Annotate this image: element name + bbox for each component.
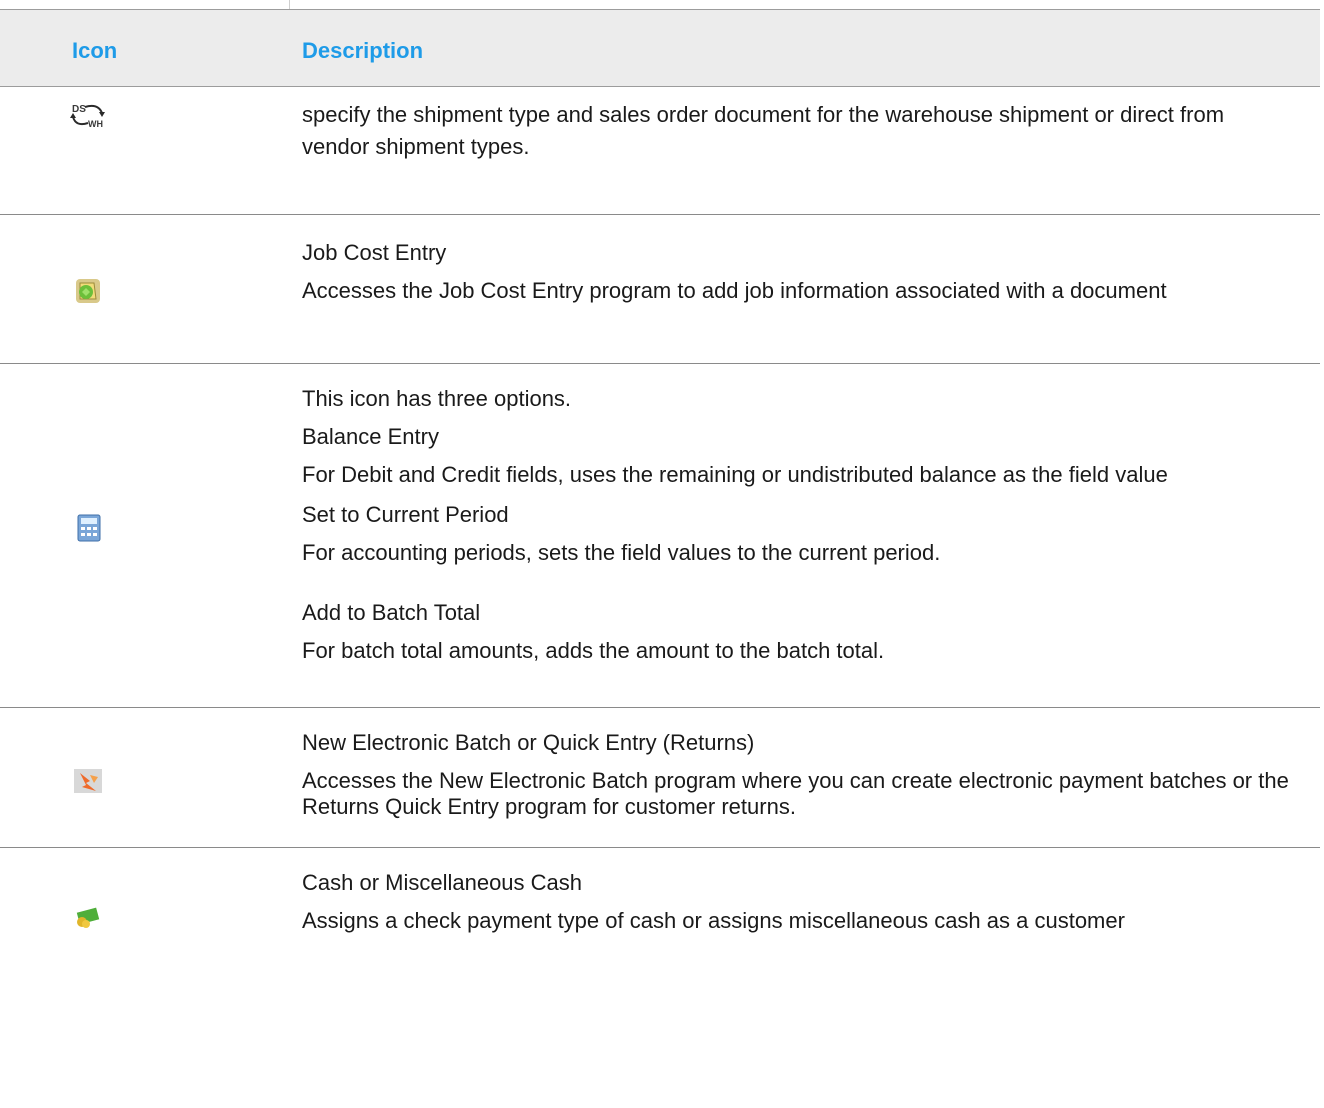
option-description: For batch total amounts, adds the amount… — [302, 638, 885, 663]
calculator-icon — [68, 512, 108, 544]
description-line: Accesses the Job Cost Entry program to a… — [302, 278, 1167, 303]
description-line: Accesses the New Electronic Batch progra… — [302, 768, 1289, 819]
icon-reference-page: Icon Description DS WH specify the shipm… — [0, 0, 1324, 1108]
table-row: New Electronic Batch or Quick Entry (Ret… — [0, 708, 1320, 848]
table-header: Icon Description — [0, 9, 1320, 87]
row-description: This icon has three options. Balance Ent… — [302, 386, 1296, 676]
row-description: New Electronic Batch or Quick Entry (Ret… — [302, 730, 1296, 820]
description-line: Assigns a check payment type of cash or … — [302, 908, 1125, 933]
description-intro: This icon has three options. — [302, 386, 572, 411]
svg-text:WH: WH — [88, 119, 103, 129]
description-title: Cash or Miscellaneous Cash — [302, 870, 583, 895]
table-row: Job Cost Entry Accesses the Job Cost Ent… — [0, 215, 1320, 364]
description-title: Job Cost Entry — [302, 240, 447, 265]
option-description: For accounting periods, sets the field v… — [302, 540, 941, 565]
option-title: Set to Current Period — [302, 502, 509, 527]
row-description: Job Cost Entry Accesses the Job Cost Ent… — [302, 240, 1296, 304]
ds-wh-shipment-swap-icon: DS WH — [68, 99, 108, 131]
table-row: This icon has three options. Balance Ent… — [0, 364, 1320, 708]
row-description: specify the shipment type and sales orde… — [302, 99, 1296, 163]
table-row: DS WH specify the shipment type and sale… — [0, 87, 1320, 215]
cash-icon — [68, 900, 108, 932]
svg-text:DS: DS — [72, 104, 86, 115]
icon-table: Icon Description DS WH specify the shipm… — [0, 9, 1320, 1008]
new-electronic-batch-icon — [68, 765, 108, 797]
description-title: New Electronic Batch or Quick Entry (Ret… — [302, 730, 755, 755]
option-title: Add to Batch Total — [302, 600, 481, 625]
description-line: specify the shipment type and sales orde… — [302, 102, 1225, 159]
job-cost-entry-icon — [68, 275, 108, 307]
option-description: For Debit and Credit fields, uses the re… — [302, 462, 1168, 487]
header-icon-label: Icon — [72, 38, 118, 63]
option-title: Balance Entry — [302, 424, 439, 449]
table-row: Cash or Miscellaneous Cash Assigns a che… — [0, 848, 1320, 1008]
header-description-label: Description — [302, 38, 424, 63]
row-description: Cash or Miscellaneous Cash Assigns a che… — [302, 870, 1296, 934]
